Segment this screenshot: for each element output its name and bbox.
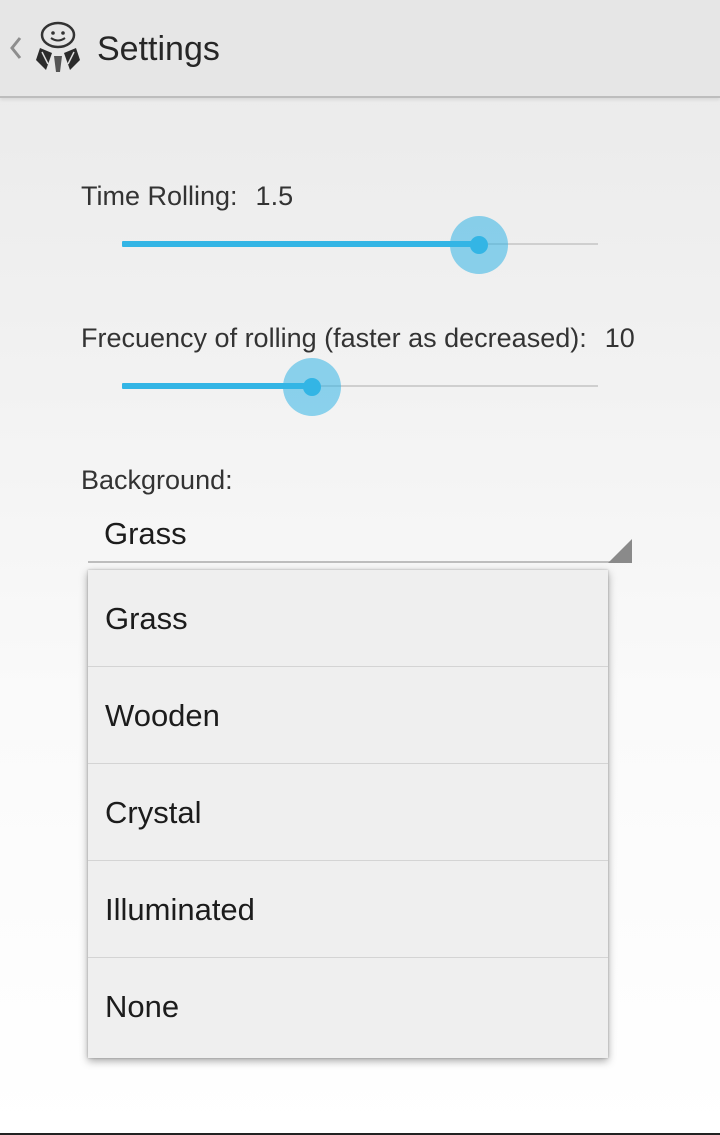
action-bar: Settings xyxy=(0,0,720,98)
frequency-label: Frecuency of rolling (faster as decrease… xyxy=(81,321,635,355)
frequency-value: 10 xyxy=(604,323,635,353)
spinner-underline xyxy=(88,561,632,563)
spinner-selected-value: Grass xyxy=(104,516,187,551)
dropdown-item-label: Crystal xyxy=(105,795,202,830)
time-rolling-slider[interactable] xyxy=(122,214,598,274)
time-rolling-label-text: Time Rolling: xyxy=(81,181,238,211)
slider-thumb-dot xyxy=(470,236,488,254)
app-logo-icon[interactable] xyxy=(30,20,86,76)
dropdown-item-illuminated[interactable]: Illuminated xyxy=(88,861,608,958)
slider-thumb[interactable] xyxy=(450,216,508,274)
chevron-left-icon[interactable] xyxy=(7,30,25,66)
slider-thumb[interactable] xyxy=(283,358,342,416)
frequency-slider[interactable] xyxy=(122,356,598,416)
dropdown-item-grass[interactable]: Grass xyxy=(88,570,608,667)
slider-fill xyxy=(122,241,479,247)
background-spinner[interactable]: Grass xyxy=(88,508,632,564)
dropdown-item-none[interactable]: None xyxy=(88,958,608,1055)
dropdown-item-label: Grass xyxy=(105,601,188,636)
dropdown-item-label: Illuminated xyxy=(105,892,255,927)
frequency-label-text: Frecuency of rolling (faster as decrease… xyxy=(81,323,587,353)
time-rolling-value: 1.5 xyxy=(255,181,294,211)
dropdown-item-label: Wooden xyxy=(105,698,220,733)
slider-thumb-dot xyxy=(303,378,322,396)
dropdown-item-wooden[interactable]: Wooden xyxy=(88,667,608,764)
background-dropdown-list: Grass Wooden Crystal Illuminated None xyxy=(88,570,608,1058)
background-label: Background: xyxy=(81,465,233,495)
dropdown-corner-icon xyxy=(608,539,632,563)
page-title: Settings xyxy=(97,30,220,68)
time-rolling-label: Time Rolling: 1.5 xyxy=(81,179,293,213)
dropdown-item-label: None xyxy=(105,989,180,1024)
dropdown-item-crystal[interactable]: Crystal xyxy=(88,764,608,861)
